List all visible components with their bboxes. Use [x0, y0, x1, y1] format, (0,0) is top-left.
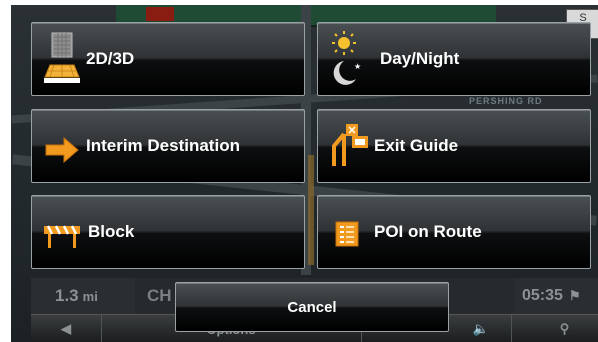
map-flag-marker: [146, 7, 174, 21]
route-line: [308, 155, 314, 265]
distance-value: 1.3: [55, 286, 79, 305]
cancel-label: Cancel: [287, 298, 337, 316]
flag-icon: ⚑: [568, 288, 581, 303]
volume-button[interactable]: 🔈: [451, 315, 512, 342]
speaker-icon: 🔈: [472, 321, 490, 336]
current-street-text: CH: [147, 286, 172, 305]
block-label: Block: [88, 222, 135, 241]
svg-text:★: ★: [354, 62, 361, 71]
poi-on-route-button[interactable]: POI on Route: [317, 195, 591, 269]
distance-readout: 1.3 mi: [31, 278, 135, 314]
street-label: PERSHING RD: [469, 96, 543, 106]
day-night-button[interactable]: ★ Day/Night: [317, 22, 591, 96]
day-night-label: Day/Night: [380, 49, 460, 68]
map-view[interactable]: S PERSHING RD 2D/3D ★ Day/Night Interim …: [11, 5, 598, 342]
navigation-screen: S PERSHING RD 2D/3D ★ Day/Night Interim …: [0, 0, 598, 342]
interim-destination-label: Interim Destination: [86, 136, 240, 155]
arrow-right-icon: [44, 136, 80, 169]
arrival-time: 05:35: [522, 287, 563, 304]
sun-moon-icon: ★: [330, 29, 366, 90]
perspective-icon: [44, 31, 80, 90]
distance-unit: mi: [82, 288, 98, 304]
exit-guide-button[interactable]: Exit Guide: [317, 109, 591, 183]
interim-destination-button[interactable]: Interim Destination: [31, 109, 305, 183]
road-block-icon: [42, 224, 82, 253]
cancel-button[interactable]: Cancel: [175, 282, 449, 332]
poi-on-route-label: POI on Route: [374, 222, 482, 241]
search-icon: ⚲: [559, 321, 570, 336]
chevron-left-icon: ◀: [61, 321, 71, 336]
exit-guide-label: Exit Guide: [374, 136, 459, 155]
search-button[interactable]: ⚲: [531, 315, 598, 342]
arrival-time-box: 05:35 ⚑: [514, 278, 598, 314]
2d-3d-label: 2D/3D: [86, 49, 135, 68]
block-button[interactable]: Block: [31, 195, 305, 269]
2d-3d-button[interactable]: 2D/3D: [31, 22, 305, 96]
poi-list-icon: [334, 220, 362, 253]
exit-sign-icon: [330, 122, 370, 173]
back-button[interactable]: ◀: [31, 315, 102, 342]
